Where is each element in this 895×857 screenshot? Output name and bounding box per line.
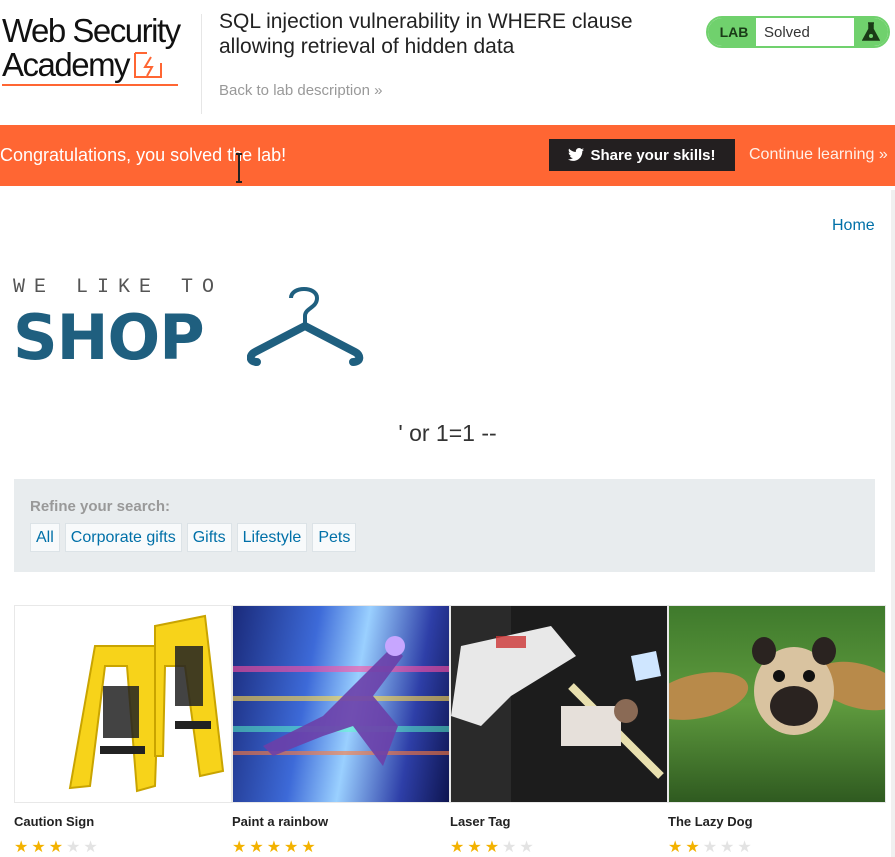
star-icon: ★ (31, 839, 46, 856)
star-icon: ★ (502, 839, 517, 856)
the-lazy-dog-image[interactable] (668, 605, 886, 803)
star-icon: ★ (450, 839, 465, 856)
continue-learning-link[interactable]: Continue learning » (749, 146, 888, 164)
shop-word: SHOP (13, 301, 205, 374)
product-rating: ★ ★ ★ ★ ★ (668, 840, 886, 856)
logo-line1: Web Security (2, 12, 181, 49)
product-card[interactable]: Caution Sign ★ ★ ★ ★ ★ (14, 605, 232, 856)
share-skills-button[interactable]: Share your skills! (549, 139, 735, 171)
product-name: The Lazy Dog (668, 814, 753, 829)
product-rating: ★ ★ ★ ★ ★ (14, 840, 232, 856)
bolt-icon (134, 52, 163, 78)
share-skills-label: Share your skills! (590, 146, 716, 164)
lab-badge: LAB (708, 18, 756, 46)
star-icon: ★ (685, 839, 700, 856)
scrollbar[interactable] (891, 190, 895, 857)
logo-underline (2, 84, 178, 86)
twitter-icon (568, 148, 585, 161)
shop-tagline: WE LIKE TO (13, 276, 224, 299)
star-icon: ★ (702, 839, 718, 856)
product-rating: ★ ★ ★ ★ ★ (232, 840, 450, 856)
lab-title: SQL injection vulnerability in WHERE cla… (219, 10, 633, 58)
product-name: Laser Tag (450, 814, 511, 829)
caution-sign-image[interactable] (14, 605, 232, 803)
star-icon: ★ (720, 839, 735, 856)
logo-line2: Academy (2, 46, 131, 83)
back-to-description-link[interactable]: Back to lab description » (219, 82, 382, 99)
star-icon: ★ (83, 839, 98, 856)
filter-category-all[interactable]: All (30, 523, 60, 552)
star-icon: ★ (66, 839, 81, 856)
star-icon: ★ (284, 839, 299, 856)
filter-label: Refine your search: (30, 498, 171, 515)
star-icon: ★ (14, 839, 29, 856)
lab-status-value: Solved (764, 23, 810, 41)
product-card[interactable]: The Lazy Dog ★ ★ ★ ★ ★ (668, 605, 886, 856)
shop-logo[interactable]: WE LIKE TO SHOP (13, 276, 223, 374)
lab-status-widget: LAB Solved (706, 16, 890, 48)
filter-category-lifestyle[interactable]: Lifestyle (236, 523, 308, 552)
star-icon: ★ (484, 839, 500, 856)
star-icon: ★ (519, 839, 534, 856)
star-icon: ★ (737, 839, 752, 856)
laser-tag-image[interactable] (450, 605, 668, 803)
product-grid: Caution Sign ★ ★ ★ ★ ★ Paint a rainbow ★… (14, 605, 889, 856)
product-name: Paint a rainbow (232, 814, 329, 829)
star-icon: ★ (467, 839, 482, 856)
product-rating: ★ ★ ★ ★ ★ (450, 840, 668, 856)
filter-category-pets[interactable]: Pets (312, 523, 357, 552)
star-icon: ★ (301, 839, 316, 856)
flask-icon (854, 18, 888, 46)
header-divider (201, 14, 202, 114)
filter-category-gifts[interactable]: Gifts (186, 523, 232, 552)
star-icon: ★ (266, 839, 282, 856)
product-card[interactable]: Laser Tag ★ ★ ★ ★ ★ (450, 605, 668, 856)
star-icon: ★ (668, 839, 683, 856)
filter-category-corporate-gifts[interactable]: Corporate gifts (64, 523, 182, 552)
star-icon: ★ (48, 839, 64, 856)
home-link[interactable]: Home (832, 217, 875, 235)
filter-panel: Refine your search: All Corporate gifts … (14, 479, 875, 572)
solved-banner: Congratulations, you solved the lab! Sha… (0, 125, 895, 186)
web-security-academy-logo[interactable]: Web Security Academy (2, 14, 202, 86)
star-icon: ★ (249, 839, 264, 856)
text-cursor-icon (236, 153, 242, 183)
search-term-heading: ' or 1=1 -- (398, 420, 497, 446)
filter-categories: All Corporate gifts Gifts Lifestyle Pets (30, 523, 357, 552)
paint-a-rainbow-image[interactable] (232, 605, 450, 803)
product-name: Caution Sign (14, 814, 95, 829)
hanger-icon (247, 287, 364, 366)
star-icon: ★ (232, 839, 247, 856)
product-card[interactable]: Paint a rainbow ★ ★ ★ ★ ★ (232, 605, 450, 856)
lab-header: Web Security Academy SQL injection vulne… (0, 0, 895, 125)
